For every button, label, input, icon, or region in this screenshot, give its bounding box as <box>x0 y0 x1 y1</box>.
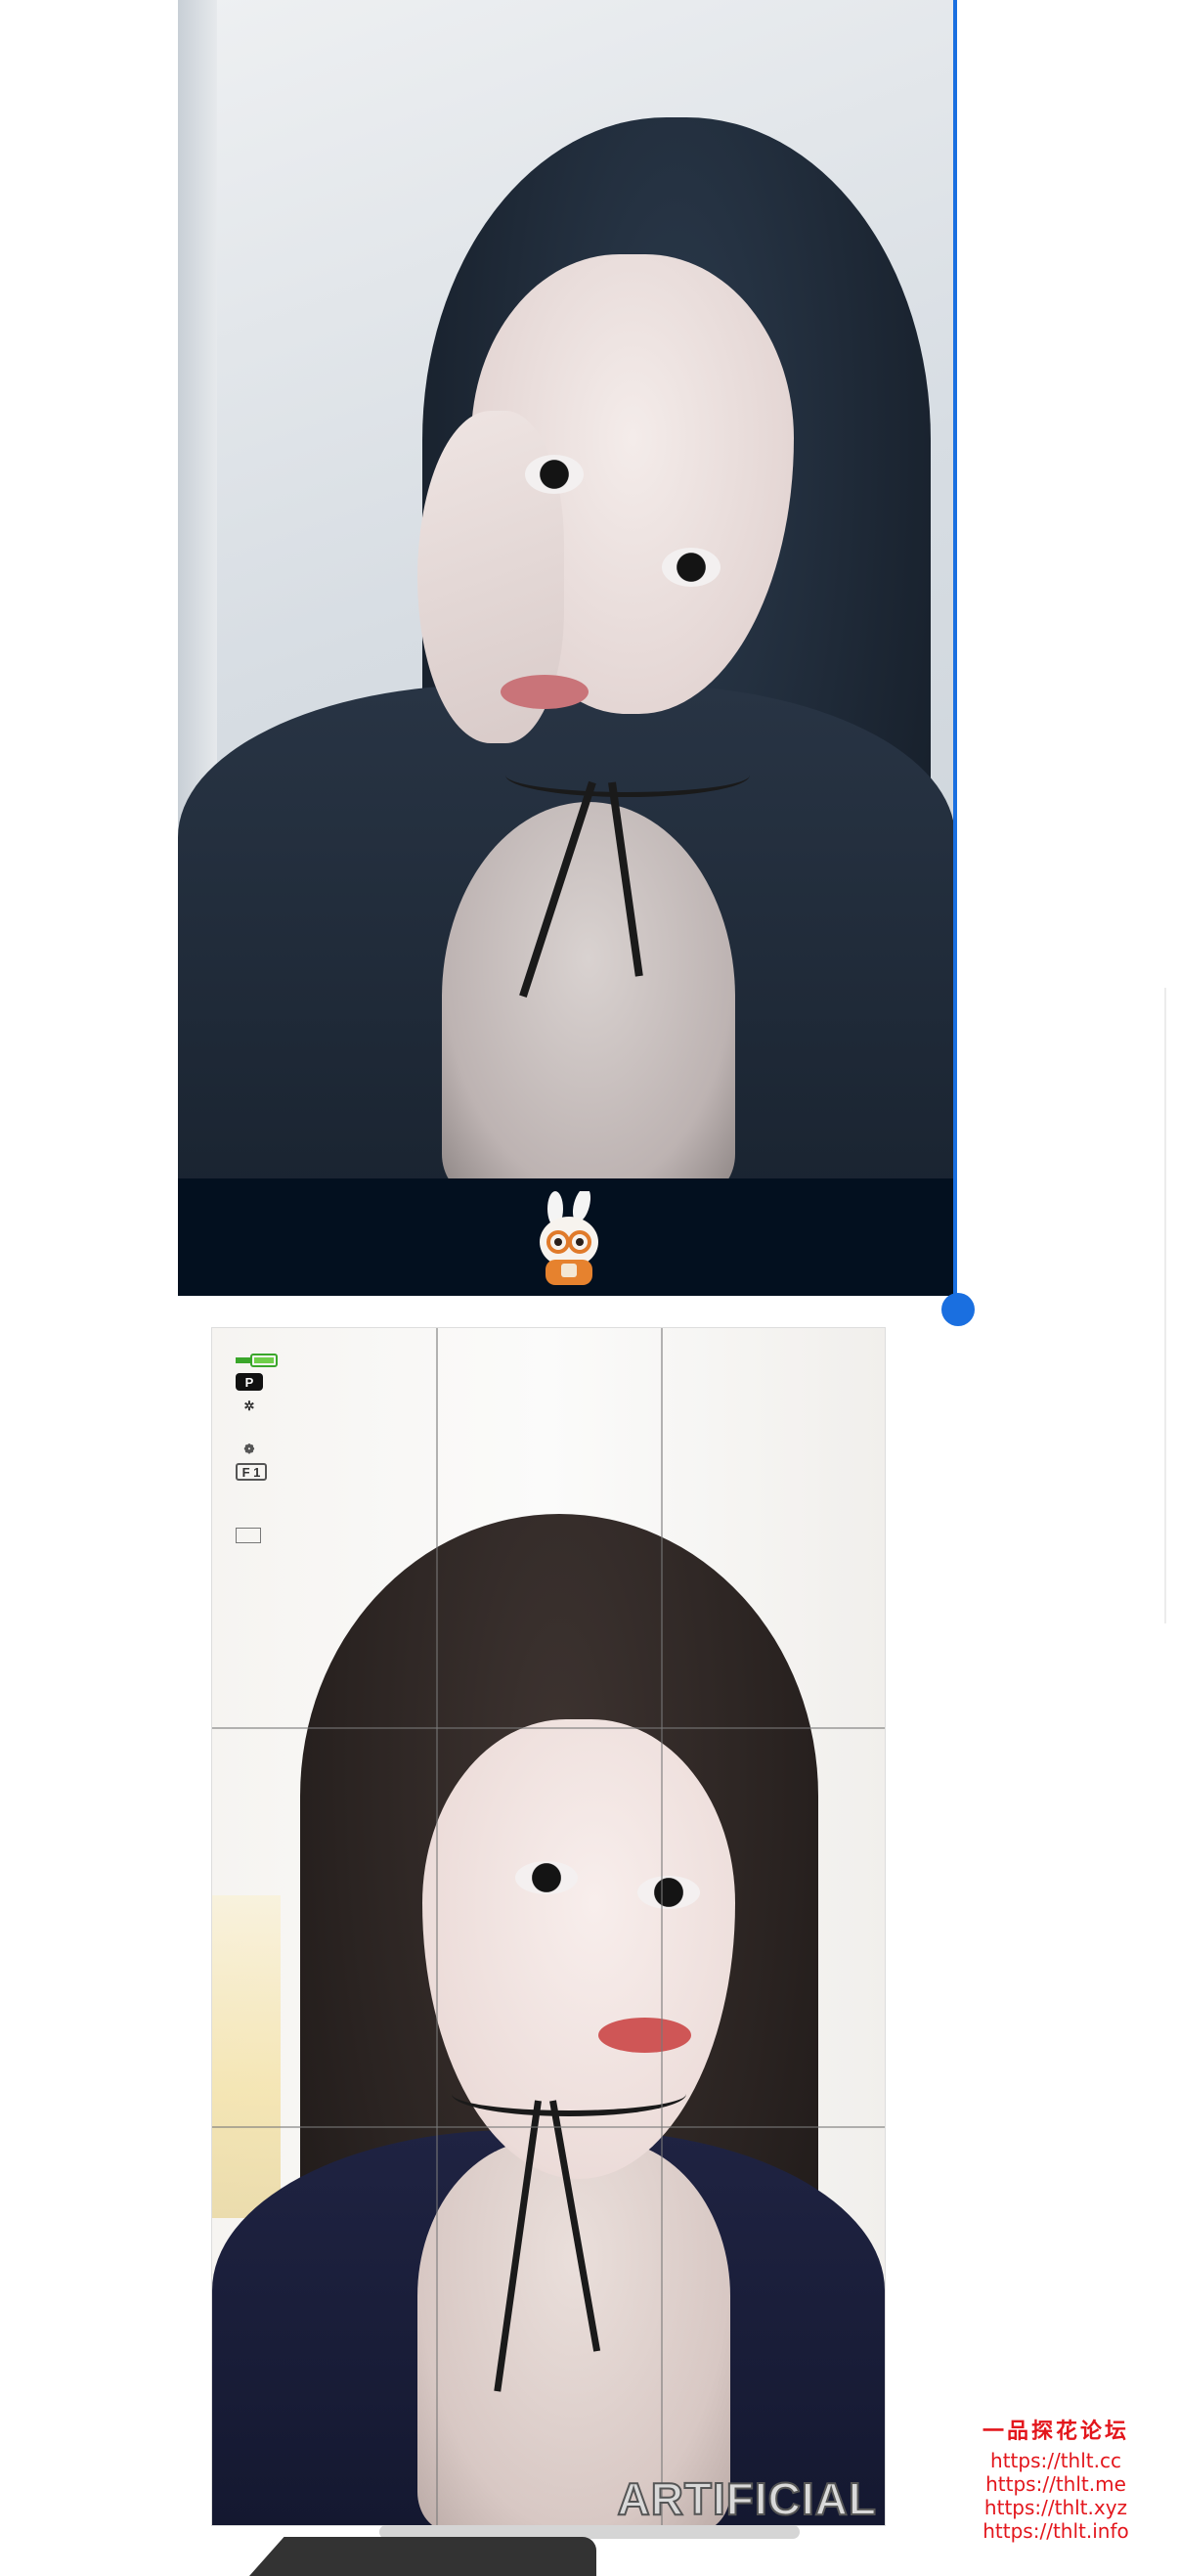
photo-choker <box>505 753 750 797</box>
selection-handle[interactable] <box>941 1293 975 1326</box>
aperture-label: F 1 <box>241 1464 261 1480</box>
shooting-mode-icon: P <box>236 1373 263 1391</box>
image-watermark: ARTIFICIAL <box>616 2472 877 2525</box>
scroll-indicator[interactable] <box>379 2525 800 2539</box>
photo-chest <box>442 802 735 1193</box>
bunny-mascot-icon <box>528 1187 611 1289</box>
selection-edge <box>953 0 957 1309</box>
grid-line <box>212 2126 885 2128</box>
bottom-tab-shape <box>249 2537 596 2576</box>
site-watermark-url: https://thlt.me <box>985 2472 1126 2496</box>
flash-off-icon: ✲ <box>243 1399 255 1413</box>
site-watermark-url: https://thlt.xyz <box>983 2496 1128 2519</box>
grid-line <box>436 1328 438 2525</box>
camera-grid-overlay <box>212 1328 885 2525</box>
top-photo <box>178 0 955 1296</box>
photo-eye <box>662 548 720 587</box>
grid-line <box>661 1328 663 2525</box>
site-watermark-url: https://thlt.cc <box>990 2449 1121 2472</box>
photo-lips <box>501 675 589 709</box>
shooting-mode-label: P <box>244 1374 254 1390</box>
grid-line <box>212 1727 885 1729</box>
site-watermark-url: https://thlt.info <box>982 2519 1129 2543</box>
white-balance-icon: ❁ <box>243 1442 255 1456</box>
bottom-photo: P ✲ ❁ F 1 ARTIFICIAL <box>211 1327 886 2526</box>
aperture-icon: F 1 <box>236 1463 267 1481</box>
site-watermark: 一品探花论坛 https://thlt.cc https://thlt.me h… <box>958 2414 1154 2543</box>
site-watermark-title: 一品探花论坛 <box>982 2419 1129 2444</box>
photo-eye <box>525 455 584 494</box>
scrollbar[interactable] <box>1164 988 1166 1623</box>
battery-icon <box>236 1354 279 1367</box>
card-icon <box>236 1528 261 1543</box>
